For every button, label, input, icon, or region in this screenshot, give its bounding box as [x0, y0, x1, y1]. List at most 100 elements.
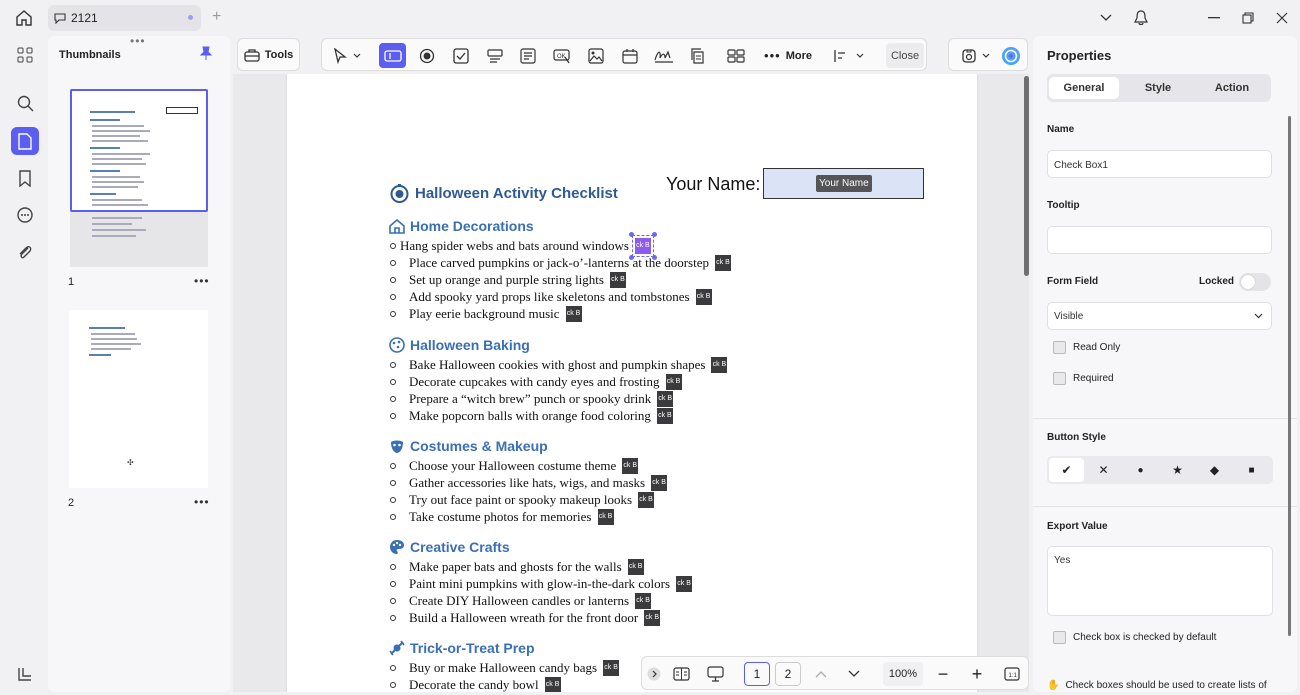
- fit-page-icon[interactable]: 1:1: [1001, 662, 1023, 686]
- reading-mode-icon[interactable]: [669, 662, 693, 686]
- checkbox-tool-button[interactable]: [448, 43, 473, 68]
- select-tool-button[interactable]: [330, 43, 364, 68]
- required-label: Required: [1073, 373, 1114, 384]
- new-tab-icon[interactable]: +: [212, 8, 221, 26]
- style-check-button[interactable]: ✔: [1049, 458, 1084, 482]
- grid-view-icon[interactable]: [11, 41, 39, 69]
- pin-icon[interactable]: [199, 46, 213, 63]
- checkbox-field[interactable]: ck B: [695, 289, 712, 305]
- previous-page-icon[interactable]: [810, 662, 832, 686]
- checkbox-field[interactable]: ck B: [565, 306, 582, 322]
- checkbox-field[interactable]: ck B: [711, 357, 728, 373]
- locked-toggle[interactable]: [1239, 273, 1271, 291]
- home-icon[interactable]: [10, 6, 38, 30]
- search-icon[interactable]: [11, 89, 39, 117]
- date-tool-button[interactable]: [617, 43, 642, 68]
- checkbox-field[interactable]: ck B: [657, 391, 674, 407]
- radio-button-tool[interactable]: [414, 43, 439, 68]
- panel-grip[interactable]: •••: [130, 34, 146, 48]
- required-checkbox[interactable]: Required: [1053, 372, 1114, 385]
- zoom-out-icon[interactable]: −: [932, 662, 954, 686]
- checkbox-field[interactable]: ck B: [714, 255, 731, 271]
- default-checked-checkbox[interactable]: Check box is checked by default: [1053, 631, 1216, 644]
- chevron-down-icon[interactable]: [1095, 8, 1117, 28]
- resize-handle[interactable]: [651, 232, 657, 237]
- selected-checkbox-field[interactable]: ck B: [628, 232, 657, 260]
- arrange-tool-button[interactable]: [723, 43, 748, 68]
- checkbox-field[interactable]: ck B: [665, 374, 682, 390]
- tab-general[interactable]: General: [1049, 77, 1119, 99]
- calendar-icon: [621, 48, 638, 64]
- document-scrollbar[interactable]: [1024, 76, 1029, 276]
- checkbox-field[interactable]: ck B: [676, 576, 693, 592]
- zoom-level[interactable]: 100%: [883, 662, 923, 686]
- visibility-select[interactable]: Visible: [1047, 302, 1272, 330]
- page-icon[interactable]: [11, 127, 39, 155]
- align-tool-button[interactable]: [832, 43, 866, 68]
- style-circle-button[interactable]: ●: [1123, 458, 1158, 482]
- properties-scrollbar[interactable]: [1288, 116, 1291, 636]
- document-tab[interactable]: 2121: [48, 5, 201, 31]
- page-1-button[interactable]: 1: [744, 662, 770, 686]
- checkbox-field[interactable]: ck B: [644, 610, 661, 626]
- minimize-icon[interactable]: [1203, 8, 1225, 28]
- style-cross-button[interactable]: ✕: [1086, 458, 1121, 482]
- ai-assistant-icon[interactable]: [999, 43, 1023, 68]
- collapse-nav-icon[interactable]: [646, 662, 662, 686]
- bookmark-icon[interactable]: [11, 164, 39, 192]
- checkbox-field[interactable]: ck B: [622, 458, 639, 474]
- signature-tool-button[interactable]: [651, 43, 676, 68]
- document-viewport[interactable]: Halloween Activity Checklist Your Name: …: [233, 74, 1029, 692]
- cookie-icon: [389, 337, 405, 353]
- layers-icon[interactable]: [11, 660, 39, 688]
- checkbox-field[interactable]: ck B: [656, 408, 673, 424]
- checkbox-field[interactable]: ck B: [609, 272, 626, 288]
- thumbnail-more-icon[interactable]: •••: [194, 495, 210, 509]
- checkbox-field[interactable]: ck B: [651, 475, 668, 491]
- tools-button[interactable]: Tools: [237, 38, 300, 71]
- export-value-input[interactable]: Yes: [1047, 546, 1273, 616]
- checkbox-square[interactable]: [1053, 631, 1066, 644]
- checkbox-square[interactable]: [1053, 341, 1066, 354]
- read-only-checkbox[interactable]: Read Only: [1053, 341, 1120, 354]
- checkbox-field[interactable]: ck B: [635, 593, 652, 609]
- checkbox-field[interactable]: ck B: [597, 509, 614, 525]
- list-box-tool-button[interactable]: [515, 43, 540, 68]
- checkbox-square[interactable]: [1053, 372, 1066, 385]
- style-star-button[interactable]: ★: [1160, 458, 1195, 482]
- more-button[interactable]: ••• More: [762, 43, 814, 68]
- comments-icon[interactable]: [11, 201, 39, 229]
- tab-action[interactable]: Action: [1197, 77, 1267, 99]
- combo-box-tool-button[interactable]: [482, 43, 507, 68]
- button-tool[interactable]: OK: [549, 43, 574, 68]
- thumbnail-page-2[interactable]: ✣: [69, 310, 208, 488]
- form-recognition-button[interactable]: [957, 43, 993, 68]
- list-box-icon: [519, 47, 536, 64]
- your-name-text-field[interactable]: Your Name: [763, 168, 924, 199]
- thumbnail-page-1[interactable]: [70, 89, 208, 212]
- thumbnail-more-icon[interactable]: •••: [194, 274, 210, 288]
- presentation-icon[interactable]: [703, 662, 727, 686]
- tab-style[interactable]: Style: [1123, 77, 1193, 99]
- next-page-icon[interactable]: [843, 662, 865, 686]
- checklist-item: Make popcorn balls with orange food colo…: [409, 408, 673, 424]
- restore-icon[interactable]: [1237, 8, 1259, 28]
- resize-handle[interactable]: [628, 232, 634, 237]
- style-square-button[interactable]: ■: [1234, 458, 1269, 482]
- close-form-edit-button[interactable]: Close: [886, 43, 924, 68]
- attachment-icon[interactable]: [11, 238, 39, 266]
- text-field-tool-button[interactable]: [379, 43, 406, 68]
- checkbox-field[interactable]: ck B: [638, 492, 655, 508]
- name-input[interactable]: Check Box1: [1047, 150, 1272, 178]
- tooltip-input[interactable]: [1047, 226, 1272, 254]
- checkbox-field[interactable]: ck B: [603, 660, 620, 676]
- page-2-button[interactable]: 2: [775, 662, 801, 686]
- zoom-in-icon[interactable]: +: [966, 662, 988, 686]
- duplicate-tool-button[interactable]: [685, 43, 710, 68]
- style-diamond-button[interactable]: ◆: [1197, 458, 1232, 482]
- checkbox-field[interactable]: ck B: [627, 559, 644, 575]
- checkbox-field[interactable]: ck B: [544, 677, 561, 692]
- close-window-icon[interactable]: [1271, 8, 1293, 28]
- image-tool-button[interactable]: [583, 43, 608, 68]
- bell-icon[interactable]: [1130, 8, 1152, 28]
